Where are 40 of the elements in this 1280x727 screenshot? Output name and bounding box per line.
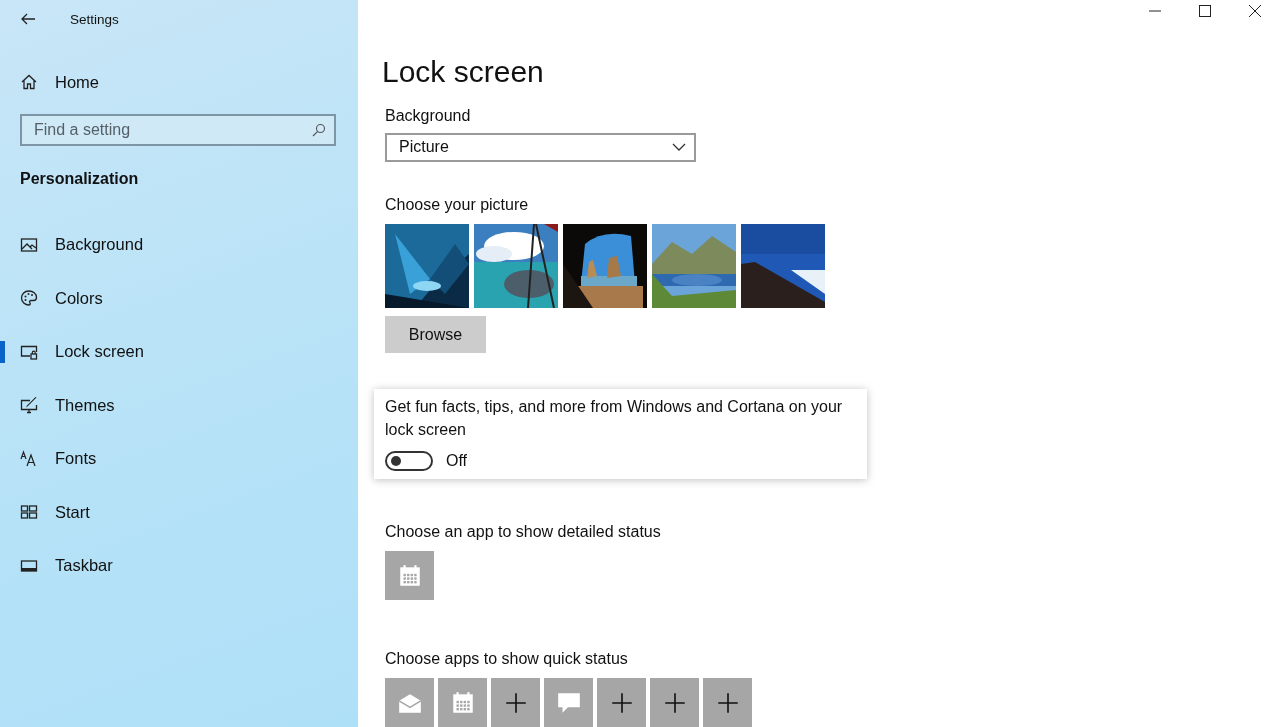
fonts-icon (20, 449, 38, 468)
app-tile[interactable] (438, 678, 487, 727)
back-arrow-icon[interactable] (20, 11, 36, 27)
sidebar-item[interactable]: Start (55, 502, 90, 522)
chevron-down-icon (672, 143, 686, 152)
section-label: Choose your picture (385, 196, 530, 214)
app-tile[interactable] (703, 678, 752, 727)
app-tile[interactable] (491, 678, 540, 727)
maximize-icon[interactable] (1199, 5, 1211, 18)
close-icon[interactable] (1249, 5, 1261, 18)
app-tile[interactable] (385, 678, 434, 727)
search-field[interactable]: Find a setting (20, 114, 336, 146)
picture-icon (20, 235, 38, 254)
sidebar-item[interactable]: Colors (55, 288, 103, 308)
sidebar-item[interactable]: Themes (55, 395, 115, 415)
app-tile[interactable] (544, 678, 593, 727)
sidebar-item[interactable]: Taskbar (55, 556, 113, 576)
search-icon (312, 123, 326, 137)
tiles-icon (20, 503, 38, 522)
home-icon (20, 73, 38, 91)
background-dropdown[interactable]: Picture (385, 132, 696, 162)
setting-description: Get fun facts, tips, and more from Windows and Cortana on your lock screen (385, 397, 844, 440)
home-link[interactable]: Home (55, 72, 99, 92)
field-label: Background (385, 106, 472, 125)
app-tile[interactable] (597, 678, 646, 727)
section-label: Choose apps to show quick status (385, 650, 629, 668)
sidebar-item[interactable]: Lock screen (55, 342, 144, 362)
app-tile[interactable] (385, 551, 434, 600)
toggle-state: Off (446, 452, 468, 470)
palette-icon (20, 289, 38, 308)
section-heading: Personalization (20, 170, 140, 188)
window-title: Settings (70, 11, 119, 27)
section-label: Choose an app to show detailed status (385, 523, 662, 541)
browse-button[interactable]: Browse (385, 316, 486, 353)
app-tile[interactable] (650, 678, 699, 727)
sidebar-item[interactable]: Background (55, 235, 144, 255)
sidebar-item[interactable]: Fonts (55, 449, 97, 469)
page-title: Lock screen (382, 54, 545, 89)
brush-icon (20, 396, 38, 415)
toggle-switch[interactable] (385, 451, 433, 471)
